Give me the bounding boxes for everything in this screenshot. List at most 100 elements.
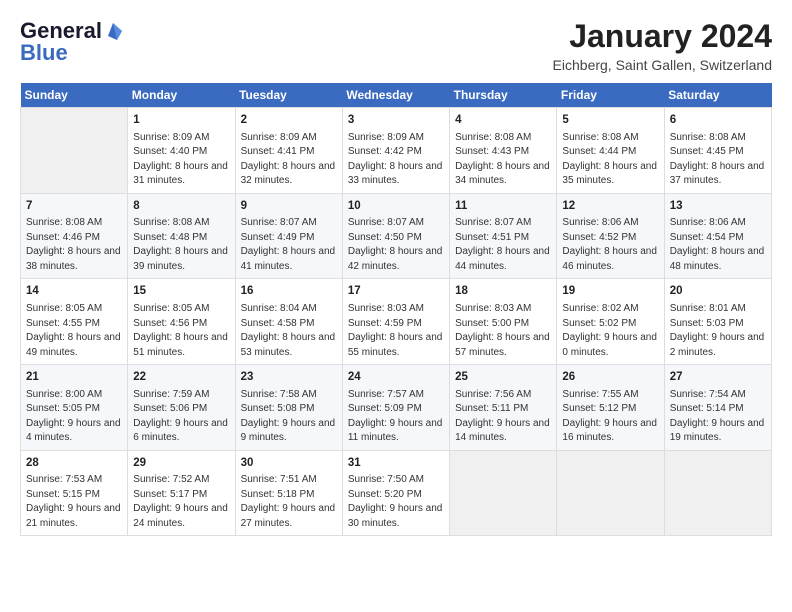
- header-day-tuesday: Tuesday: [235, 83, 342, 108]
- calendar-cell: 21 Sunrise: 8:00 AMSunset: 5:05 PMDayligh…: [21, 365, 128, 451]
- header-day-sunday: Sunday: [21, 83, 128, 108]
- day-number: 26: [562, 369, 658, 386]
- logo: General Blue: [20, 18, 122, 66]
- day-info: Sunrise: 8:01 AMSunset: 5:03 PMDaylight:…: [670, 302, 766, 360]
- day-info: Sunrise: 7:50 AMSunset: 5:20 PMDaylight:…: [348, 473, 444, 531]
- day-number: 21: [26, 369, 122, 386]
- calendar-cell: 20 Sunrise: 8:01 AMSunset: 5:03 PMDayligh…: [664, 279, 771, 365]
- calendar-week-row: 1 Sunrise: 8:09 AMSunset: 4:40 PMDaylight…: [21, 108, 772, 194]
- logo-blue: Blue: [20, 40, 68, 66]
- calendar-cell: 12Sunrise: 8:06 AMSunset: 4:52 PMDayligh…: [557, 193, 664, 279]
- calendar-cell: 1 Sunrise: 8:09 AMSunset: 4:40 PMDaylight…: [128, 108, 235, 194]
- header-day-monday: Monday: [128, 83, 235, 108]
- day-number: 4: [455, 112, 551, 129]
- day-number: 19: [562, 283, 658, 300]
- day-info: Sunrise: 7:54 AMSunset: 5:14 PMDaylight:…: [670, 388, 766, 446]
- calendar-cell: [450, 450, 557, 536]
- calendar-cell: [21, 108, 128, 194]
- day-info: Sunrise: 7:53 AMSunset: 5:15 PMDaylight:…: [26, 473, 122, 531]
- calendar-cell: 30Sunrise: 7:51 AMSunset: 5:18 PMDayligh…: [235, 450, 342, 536]
- day-number: 11: [455, 198, 551, 215]
- calendar-cell: 25Sunrise: 7:56 AMSunset: 5:11 PMDayligh…: [450, 365, 557, 451]
- calendar-cell: 7Sunrise: 8:08 AMSunset: 4:46 PMDaylight…: [21, 193, 128, 279]
- day-number: 9: [241, 198, 337, 215]
- day-number: 6: [670, 112, 766, 129]
- day-number: 13: [670, 198, 766, 215]
- day-number: 5: [562, 112, 658, 129]
- calendar-cell: 29Sunrise: 7:52 AMSunset: 5:17 PMDayligh…: [128, 450, 235, 536]
- day-number: 22: [133, 369, 229, 386]
- calendar-cell: 14 Sunrise: 8:05 AMSunset: 4:55 PMDayligh…: [21, 279, 128, 365]
- calendar-cell: 23Sunrise: 7:58 AMSunset: 5:08 PMDayligh…: [235, 365, 342, 451]
- calendar-week-row: 7Sunrise: 8:08 AMSunset: 4:46 PMDaylight…: [21, 193, 772, 279]
- calendar-cell: 6 Sunrise: 8:08 AMSunset: 4:45 PMDaylight…: [664, 108, 771, 194]
- calendar-cell: 2 Sunrise: 8:09 AMSunset: 4:41 PMDaylight…: [235, 108, 342, 194]
- calendar-week-row: 28Sunrise: 7:53 AMSunset: 5:15 PMDayligh…: [21, 450, 772, 536]
- day-number: 15: [133, 283, 229, 300]
- day-info: Sunrise: 8:08 AMSunset: 4:45 PMDaylight:…: [670, 131, 766, 189]
- day-info: Sunrise: 8:06 AMSunset: 4:52 PMDaylight:…: [562, 216, 658, 274]
- day-number: 16: [241, 283, 337, 300]
- day-info: Sunrise: 8:05 AMSunset: 4:56 PMDaylight:…: [133, 302, 229, 360]
- day-info: Sunrise: 8:07 AMSunset: 4:49 PMDaylight:…: [241, 216, 337, 274]
- day-info: Sunrise: 8:05 AMSunset: 4:55 PMDaylight:…: [26, 302, 122, 360]
- day-info: Sunrise: 8:02 AMSunset: 5:02 PMDaylight:…: [562, 302, 658, 360]
- day-number: 29: [133, 455, 229, 472]
- calendar-cell: 17Sunrise: 8:03 AMSunset: 4:59 PMDayligh…: [342, 279, 449, 365]
- calendar-cell: 11Sunrise: 8:07 AMSunset: 4:51 PMDayligh…: [450, 193, 557, 279]
- calendar-cell: 16Sunrise: 8:04 AMSunset: 4:58 PMDayligh…: [235, 279, 342, 365]
- day-info: Sunrise: 8:09 AMSunset: 4:41 PMDaylight:…: [241, 131, 337, 189]
- day-number: 20: [670, 283, 766, 300]
- calendar-cell: [664, 450, 771, 536]
- day-info: Sunrise: 8:00 AMSunset: 5:05 PMDaylight:…: [26, 388, 122, 446]
- day-number: 2: [241, 112, 337, 129]
- day-info: Sunrise: 8:08 AMSunset: 4:44 PMDaylight:…: [562, 131, 658, 189]
- day-info: Sunrise: 8:07 AMSunset: 4:51 PMDaylight:…: [455, 216, 551, 274]
- day-number: 8: [133, 198, 229, 215]
- day-number: 27: [670, 369, 766, 386]
- calendar-cell: 5 Sunrise: 8:08 AMSunset: 4:44 PMDaylight…: [557, 108, 664, 194]
- day-number: 3: [348, 112, 444, 129]
- day-info: Sunrise: 8:06 AMSunset: 4:54 PMDaylight:…: [670, 216, 766, 274]
- day-info: Sunrise: 7:57 AMSunset: 5:09 PMDaylight:…: [348, 388, 444, 446]
- calendar-cell: 13Sunrise: 8:06 AMSunset: 4:54 PMDayligh…: [664, 193, 771, 279]
- calendar-cell: 22Sunrise: 7:59 AMSunset: 5:06 PMDayligh…: [128, 365, 235, 451]
- calendar-week-row: 21 Sunrise: 8:00 AMSunset: 5:05 PMDayligh…: [21, 365, 772, 451]
- day-info: Sunrise: 8:03 AMSunset: 5:00 PMDaylight:…: [455, 302, 551, 360]
- location: Eichberg, Saint Gallen, Switzerland: [553, 57, 772, 73]
- day-info: Sunrise: 8:08 AMSunset: 4:48 PMDaylight:…: [133, 216, 229, 274]
- month-title: January 2024: [553, 18, 772, 55]
- calendar-cell: [557, 450, 664, 536]
- calendar-cell: 27 Sunrise: 7:54 AMSunset: 5:14 PMDayligh…: [664, 365, 771, 451]
- calendar-header-row: SundayMondayTuesdayWednesdayThursdayFrid…: [21, 83, 772, 108]
- day-info: Sunrise: 7:58 AMSunset: 5:08 PMDaylight:…: [241, 388, 337, 446]
- header-day-saturday: Saturday: [664, 83, 771, 108]
- calendar-cell: 8Sunrise: 8:08 AMSunset: 4:48 PMDaylight…: [128, 193, 235, 279]
- day-number: 14: [26, 283, 122, 300]
- header-day-thursday: Thursday: [450, 83, 557, 108]
- calendar-cell: 26 Sunrise: 7:55 AMSunset: 5:12 PMDayligh…: [557, 365, 664, 451]
- calendar-cell: 28Sunrise: 7:53 AMSunset: 5:15 PMDayligh…: [21, 450, 128, 536]
- day-number: 24: [348, 369, 444, 386]
- day-info: Sunrise: 8:08 AMSunset: 4:46 PMDaylight:…: [26, 216, 122, 274]
- calendar-cell: 31Sunrise: 7:50 AMSunset: 5:20 PMDayligh…: [342, 450, 449, 536]
- day-number: 10: [348, 198, 444, 215]
- day-number: 1: [133, 112, 229, 129]
- day-number: 31: [348, 455, 444, 472]
- day-info: Sunrise: 8:09 AMSunset: 4:40 PMDaylight:…: [133, 131, 229, 189]
- calendar-cell: 4 Sunrise: 8:08 AMSunset: 4:43 PMDaylight…: [450, 108, 557, 194]
- day-number: 25: [455, 369, 551, 386]
- day-number: 30: [241, 455, 337, 472]
- day-info: Sunrise: 7:55 AMSunset: 5:12 PMDaylight:…: [562, 388, 658, 446]
- calendar-cell: 18Sunrise: 8:03 AMSunset: 5:00 PMDayligh…: [450, 279, 557, 365]
- calendar-cell: 10Sunrise: 8:07 AMSunset: 4:50 PMDayligh…: [342, 193, 449, 279]
- day-info: Sunrise: 7:52 AMSunset: 5:17 PMDaylight:…: [133, 473, 229, 531]
- calendar-cell: 3 Sunrise: 8:09 AMSunset: 4:42 PMDaylight…: [342, 108, 449, 194]
- day-info: Sunrise: 8:03 AMSunset: 4:59 PMDaylight:…: [348, 302, 444, 360]
- calendar-page: General Blue January 2024 Eichberg, Sain…: [0, 0, 792, 612]
- day-info: Sunrise: 8:09 AMSunset: 4:42 PMDaylight:…: [348, 131, 444, 189]
- calendar-cell: 15 Sunrise: 8:05 AMSunset: 4:56 PMDayligh…: [128, 279, 235, 365]
- calendar-cell: 9Sunrise: 8:07 AMSunset: 4:49 PMDaylight…: [235, 193, 342, 279]
- day-info: Sunrise: 8:07 AMSunset: 4:50 PMDaylight:…: [348, 216, 444, 274]
- day-info: Sunrise: 8:08 AMSunset: 4:43 PMDaylight:…: [455, 131, 551, 189]
